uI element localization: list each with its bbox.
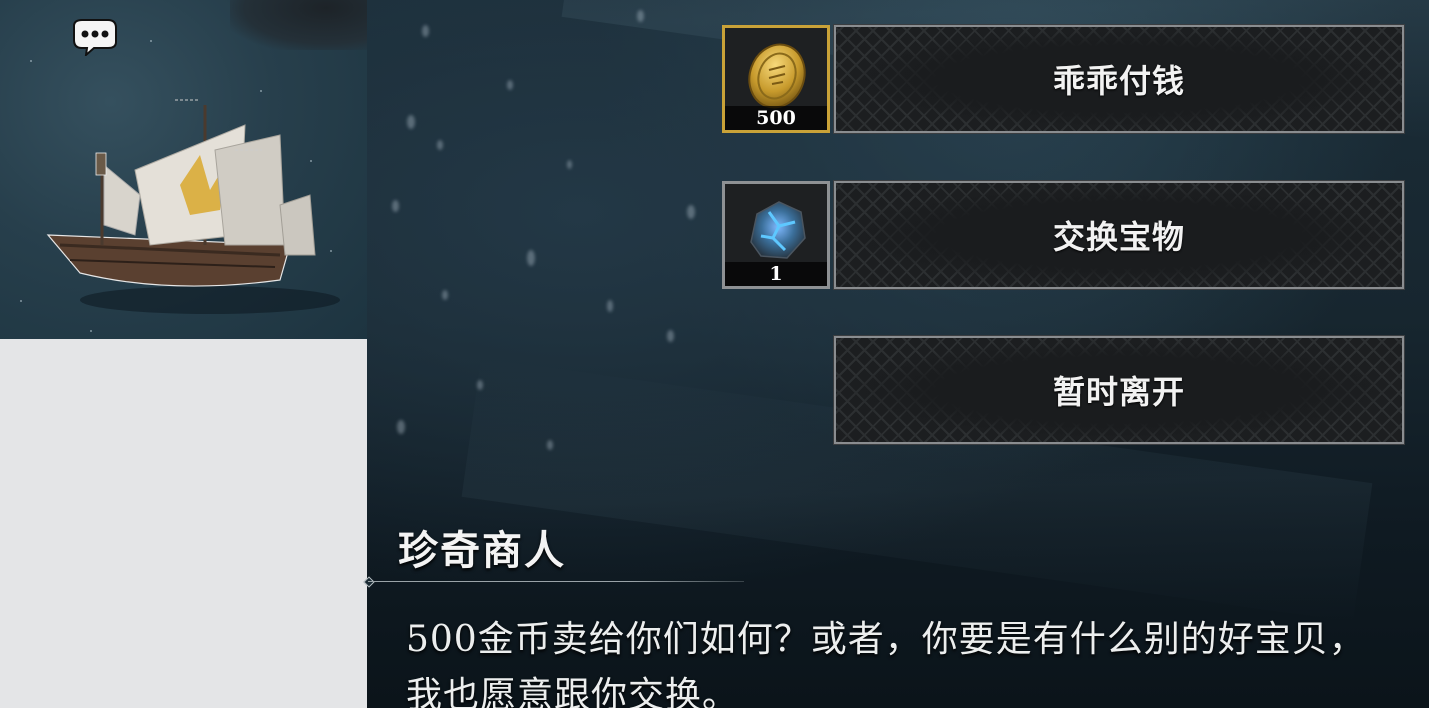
speaker-name: 珍奇商人 [398,527,566,574]
item-count: 1 [725,262,827,286]
item-count: 500 [725,106,827,130]
trade-treasure-button[interactable]: 交换宝物 [833,180,1405,290]
map-preview [0,0,367,339]
speech-bubble-icon[interactable] [68,18,120,58]
empty-panel [0,339,367,708]
gold-coin-icon [739,36,815,112]
shoreline [230,0,367,50]
name-divider [368,581,744,582]
player-ship[interactable] [40,95,340,320]
game-screen: 500 乖乖付钱 1 交换宝物 暂时离开 珍奇商人 500金币卖给你们如何？或者… [0,0,1429,708]
option-label: 交换宝物 [1052,218,1185,256]
leave-button[interactable]: 暂时离开 [833,335,1405,445]
dialogue-text: 500金币卖给你们如何？或者，你要是有什么别的好宝贝，我也愿意跟你交换。 [406,619,1366,708]
option-label: 乖乖付钱 [1052,62,1185,100]
option-label: 暂时离开 [1052,373,1185,411]
crystal-ore-slot: 1 [722,181,830,289]
blue-crystal-ore-icon [739,192,815,268]
gold-coin-slot: 500 [722,25,830,133]
pay-button[interactable]: 乖乖付钱 [833,24,1405,134]
